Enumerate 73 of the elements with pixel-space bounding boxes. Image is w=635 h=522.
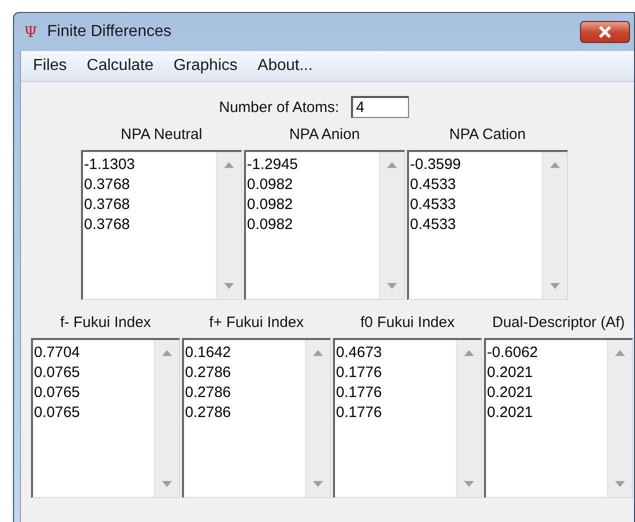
menu-item[interactable]: About... <box>248 57 323 75</box>
window-title: Finite Differences <box>47 23 172 41</box>
scrollbar[interactable] <box>542 152 567 299</box>
list-value: 0.2786 <box>185 383 232 403</box>
list-box[interactable]: -0.6062 0.2021 0.2021 0.2021 <box>484 338 633 498</box>
list-label: f+ Fukui Index <box>209 314 304 333</box>
list-value: 0.0982 <box>247 195 294 215</box>
list-value: -1.1303 <box>84 155 136 175</box>
list-value: 0.3768 <box>84 195 131 215</box>
scrollbar[interactable] <box>216 152 241 299</box>
scroll-down-arrow-icon[interactable] <box>615 481 625 487</box>
list-box[interactable]: 0.1642 0.2786 0.2786 0.2786 <box>182 338 331 498</box>
scroll-down-arrow-icon[interactable] <box>387 283 397 289</box>
list-box[interactable]: -1.2945 0.0982 0.0982 0.0982 <box>244 150 405 300</box>
scrollbar[interactable] <box>305 340 330 497</box>
scroll-down-arrow-icon[interactable] <box>224 283 234 289</box>
list-value: 0.1776 <box>336 363 383 383</box>
scroll-down-arrow-icon[interactable] <box>313 481 323 487</box>
scrollbar[interactable] <box>379 152 404 299</box>
list-value: 0.3768 <box>84 215 131 235</box>
scroll-up-arrow-icon[interactable] <box>550 162 560 168</box>
menu-item[interactable]: Files <box>23 57 77 75</box>
list-value: 0.3768 <box>84 175 131 195</box>
scrollbar[interactable] <box>456 340 481 497</box>
scroll-down-arrow-icon[interactable] <box>550 283 560 289</box>
list-value: 0.1776 <box>336 383 383 403</box>
list-value: 0.7704 <box>34 343 81 363</box>
list-value: -0.3599 <box>410 155 462 175</box>
list-label: NPA Neutral <box>120 126 202 145</box>
list-value: 0.2021 <box>487 383 534 403</box>
list-value: 0.2786 <box>185 403 232 423</box>
atoms-label: Number of Atoms: <box>219 98 340 116</box>
list-label: f0 Fukui Index <box>360 314 455 333</box>
scroll-up-arrow-icon[interactable] <box>464 350 474 356</box>
list-value: 0.0765 <box>34 383 81 403</box>
list-value: 0.2021 <box>487 363 534 383</box>
app-icon: Ψ <box>24 23 38 41</box>
list-value: 0.4673 <box>336 343 383 363</box>
scrollbar[interactable] <box>607 340 632 497</box>
list-box[interactable]: -0.3599 0.4533 0.4533 0.4533 <box>407 150 568 300</box>
list-value: 0.2021 <box>487 403 534 423</box>
list-label: f- Fukui Index <box>60 314 151 333</box>
list-value: 0.4533 <box>410 215 457 235</box>
list-value: 0.4533 <box>410 175 457 195</box>
list-value: 0.1776 <box>336 403 383 423</box>
scrollbar[interactable] <box>154 340 179 497</box>
list-value: 0.2786 <box>185 363 232 383</box>
scroll-down-arrow-icon[interactable] <box>464 481 474 487</box>
close-button[interactable] <box>580 21 630 43</box>
list-value: 0.0765 <box>34 363 81 383</box>
list-value: -0.6062 <box>487 343 539 363</box>
list-value: -1.2945 <box>247 155 299 175</box>
scroll-up-arrow-icon[interactable] <box>313 350 323 356</box>
scroll-up-arrow-icon[interactable] <box>162 350 172 356</box>
list-label: NPA Cation <box>449 126 526 145</box>
scroll-up-arrow-icon[interactable] <box>387 162 397 168</box>
list-label: NPA Anion <box>289 126 360 145</box>
scroll-up-arrow-icon[interactable] <box>615 350 625 356</box>
scroll-up-arrow-icon[interactable] <box>224 162 234 168</box>
list-value: 0.0982 <box>247 175 294 195</box>
list-value: 0.4533 <box>410 195 457 215</box>
list-label: Dual-Descriptor (Af) <box>492 314 625 333</box>
list-value: 0.0765 <box>34 403 81 423</box>
list-box[interactable]: 0.7704 0.0765 0.0765 0.0765 <box>31 338 180 498</box>
list-value: 0.1642 <box>185 343 232 363</box>
atoms-input-field[interactable]: 4 <box>351 96 410 118</box>
close-icon <box>598 26 612 38</box>
list-box[interactable]: 0.4673 0.1776 0.1776 0.1776 <box>333 338 482 498</box>
menu-item[interactable]: Calculate <box>76 57 164 75</box>
scroll-down-arrow-icon[interactable] <box>162 481 172 487</box>
menu-item[interactable]: Graphics <box>163 57 248 75</box>
list-value: 0.0982 <box>247 215 294 235</box>
list-box[interactable]: -1.1303 0.3768 0.3768 0.3768 <box>81 150 242 300</box>
